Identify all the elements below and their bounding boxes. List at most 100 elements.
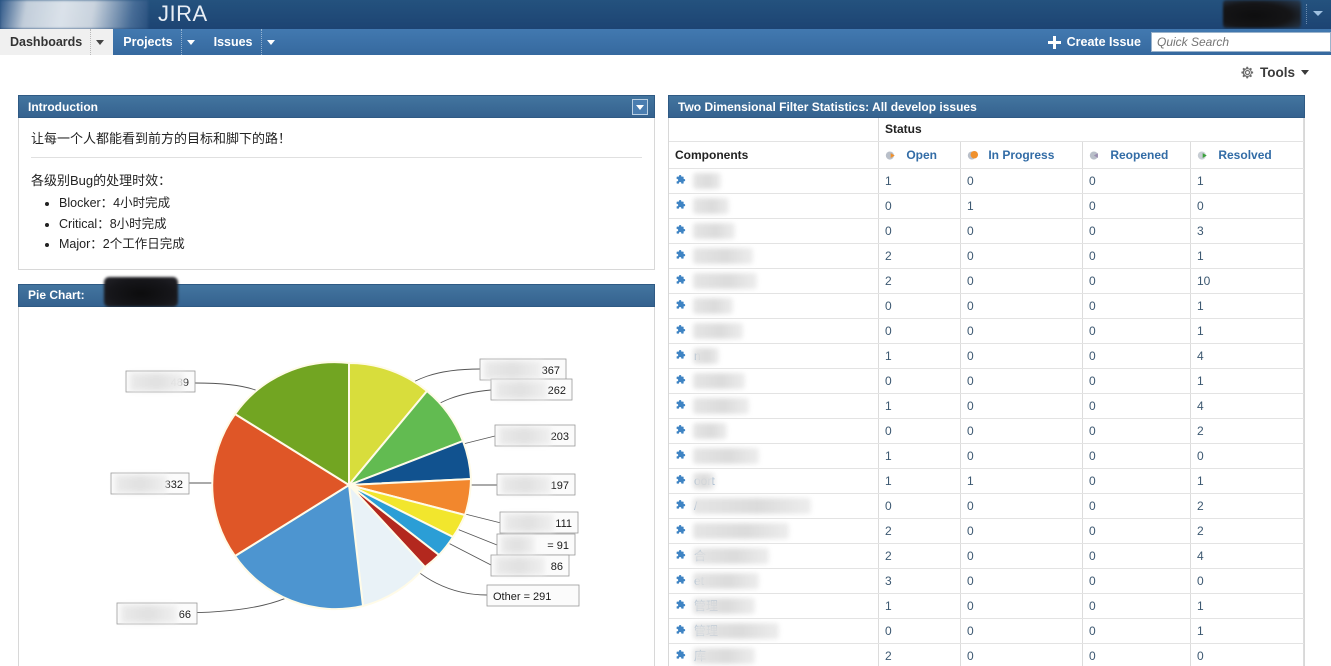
component-cell[interactable] — [669, 193, 879, 219]
cell-reopened[interactable]: 0 — [1082, 543, 1191, 569]
component-cell[interactable] — [669, 418, 879, 444]
cell-in-progress[interactable]: 0 — [960, 543, 1083, 569]
cell-reopened[interactable]: 0 — [1082, 643, 1191, 666]
cell-reopened[interactable]: 0 — [1082, 393, 1191, 419]
column-header-in-progress[interactable]: In Progress — [960, 141, 1083, 169]
cell-in-progress[interactable]: 0 — [960, 618, 1083, 644]
cell-open[interactable]: 2 — [878, 518, 961, 544]
cell-in-progress[interactable]: 0 — [960, 318, 1083, 344]
component-cell[interactable] — [669, 293, 879, 319]
cell-open[interactable]: 0 — [878, 318, 961, 344]
cell-reopened[interactable]: 0 — [1082, 418, 1191, 444]
cell-open[interactable]: 0 — [878, 218, 961, 244]
cell-open[interactable]: 0 — [878, 418, 961, 444]
cell-reopened[interactable]: 0 — [1082, 618, 1191, 644]
cell-in-progress[interactable]: 0 — [960, 643, 1083, 666]
cell-in-progress[interactable]: 1 — [960, 468, 1083, 494]
cell-resolved[interactable]: 2 — [1190, 518, 1304, 544]
cell-reopened[interactable]: 0 — [1082, 243, 1191, 269]
cell-reopened[interactable]: 0 — [1082, 368, 1191, 394]
component-cell[interactable]: 管理 — [669, 618, 879, 644]
cell-resolved[interactable]: 1 — [1190, 243, 1304, 269]
tools-button[interactable]: Tools — [1240, 65, 1309, 80]
component-cell[interactable]: oort — [669, 468, 879, 494]
component-cell[interactable]: n — [669, 343, 879, 369]
component-cell[interactable] — [669, 443, 879, 469]
cell-in-progress[interactable]: 0 — [960, 418, 1083, 444]
cell-reopened[interactable]: 0 — [1082, 218, 1191, 244]
cell-resolved[interactable]: 1 — [1190, 168, 1304, 194]
cell-resolved[interactable]: 0 — [1190, 193, 1304, 219]
cell-reopened[interactable]: 0 — [1082, 468, 1191, 494]
gadget-introduction-menu-button[interactable] — [632, 99, 648, 115]
cell-in-progress[interactable]: 0 — [960, 568, 1083, 594]
cell-open[interactable]: 1 — [878, 468, 961, 494]
column-header-open[interactable]: Open — [878, 141, 961, 169]
cell-open[interactable]: 3 — [878, 568, 961, 594]
nav-group-dashboards[interactable]: Dashboards — [0, 29, 114, 55]
cell-in-progress[interactable]: 0 — [960, 493, 1083, 519]
component-cell[interactable]: / — [669, 493, 879, 519]
nav-issues-dropdown[interactable] — [260, 29, 284, 55]
component-cell[interactable]: et — [669, 568, 879, 594]
cell-reopened[interactable]: 0 — [1082, 443, 1191, 469]
cell-open[interactable]: 1 — [878, 593, 961, 619]
column-header-reopened[interactable]: Reopened — [1082, 141, 1191, 169]
component-cell[interactable] — [669, 518, 879, 544]
cell-reopened[interactable]: 0 — [1082, 343, 1191, 369]
nav-group-issues[interactable]: Issues — [204, 29, 284, 55]
component-cell[interactable] — [669, 168, 879, 194]
cell-open[interactable]: 1 — [878, 443, 961, 469]
cell-resolved[interactable]: 1 — [1190, 293, 1304, 319]
column-header-resolved[interactable]: Resolved — [1190, 141, 1304, 169]
component-cell[interactable] — [669, 393, 879, 419]
cell-reopened[interactable]: 0 — [1082, 518, 1191, 544]
cell-in-progress[interactable]: 0 — [960, 343, 1083, 369]
component-cell[interactable] — [669, 268, 879, 294]
cell-in-progress[interactable]: 0 — [960, 518, 1083, 544]
cell-open[interactable]: 2 — [878, 268, 961, 294]
cell-resolved[interactable]: 0 — [1190, 568, 1304, 594]
cell-in-progress[interactable]: 0 — [960, 593, 1083, 619]
cell-resolved[interactable]: 3 — [1190, 218, 1304, 244]
component-cell[interactable] — [669, 218, 879, 244]
nav-dashboards-dropdown[interactable] — [90, 29, 113, 55]
cell-reopened[interactable]: 0 — [1082, 593, 1191, 619]
cell-open[interactable]: 0 — [878, 193, 961, 219]
cell-reopened[interactable]: 0 — [1082, 193, 1191, 219]
cell-in-progress[interactable]: 0 — [960, 393, 1083, 419]
cell-resolved[interactable]: 4 — [1190, 543, 1304, 569]
cell-resolved[interactable]: 0 — [1190, 443, 1304, 469]
cell-in-progress[interactable]: 1 — [960, 193, 1083, 219]
cell-in-progress[interactable]: 0 — [960, 218, 1083, 244]
component-cell[interactable]: 合 — [669, 543, 879, 569]
cell-open[interactable]: 0 — [878, 618, 961, 644]
cell-reopened[interactable]: 0 — [1082, 318, 1191, 344]
component-cell[interactable] — [669, 318, 879, 344]
cell-in-progress[interactable]: 0 — [960, 168, 1083, 194]
cell-open[interactable]: 1 — [878, 393, 961, 419]
create-issue-button[interactable]: Create Issue — [1047, 35, 1151, 49]
cell-open[interactable]: 2 — [878, 643, 961, 666]
nav-group-projects[interactable]: Projects — [113, 29, 203, 55]
cell-resolved[interactable]: 1 — [1190, 368, 1304, 394]
component-cell[interactable] — [669, 243, 879, 269]
cell-in-progress[interactable]: 0 — [960, 368, 1083, 394]
cell-open[interactable]: 2 — [878, 243, 961, 269]
cell-resolved[interactable]: 1 — [1190, 593, 1304, 619]
cell-open[interactable]: 0 — [878, 293, 961, 319]
cell-in-progress[interactable]: 0 — [960, 243, 1083, 269]
cell-resolved[interactable]: 1 — [1190, 618, 1304, 644]
nav-item-dashboards[interactable]: Dashboards — [0, 29, 90, 55]
cell-in-progress[interactable]: 0 — [960, 443, 1083, 469]
cell-in-progress[interactable]: 0 — [960, 293, 1083, 319]
cell-resolved[interactable]: 4 — [1190, 393, 1304, 419]
nav-projects-dropdown[interactable] — [180, 29, 204, 55]
nav-item-projects[interactable]: Projects — [113, 29, 180, 55]
cell-reopened[interactable]: 0 — [1082, 493, 1191, 519]
cell-open[interactable]: 1 — [878, 343, 961, 369]
component-cell[interactable]: 管理 — [669, 593, 879, 619]
cell-reopened[interactable]: 0 — [1082, 293, 1191, 319]
cell-open[interactable]: 1 — [878, 168, 961, 194]
cell-reopened[interactable]: 0 — [1082, 568, 1191, 594]
